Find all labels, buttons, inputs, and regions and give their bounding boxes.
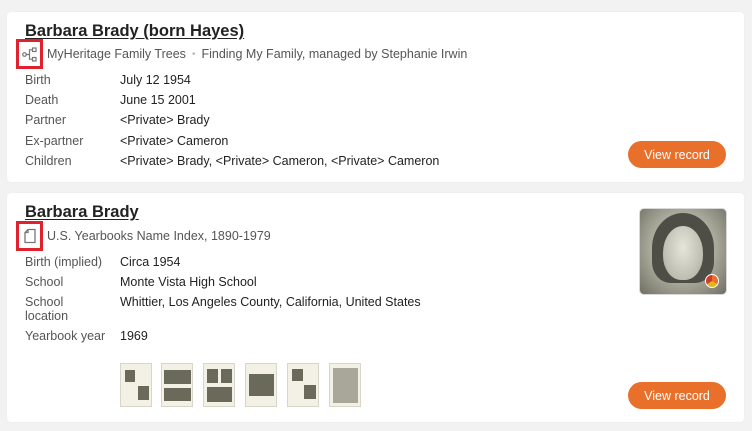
record-source: MyHeritage Family Trees • Finding My Fam… (16, 36, 467, 72)
field-label: School location (25, 295, 69, 323)
field-label: Yearbook year (25, 329, 106, 343)
field-label: Children (25, 154, 72, 168)
document-icon (23, 228, 36, 244)
field-label: Death (25, 93, 59, 107)
field-label: Birth (implied) (25, 255, 103, 269)
field-value: Circa 1954 (120, 255, 181, 269)
field-value: July 12 1954 (120, 73, 191, 87)
source-separator: • (191, 48, 196, 60)
family-tree-icon-highlight (16, 39, 43, 69)
field-label: Birth (25, 73, 51, 87)
source-name: U.S. Yearbooks Name Index, 1890-1979 (47, 229, 271, 243)
yearbook-page-thumbnail[interactable] (203, 363, 235, 407)
field-value: <Private> Cameron (120, 134, 229, 148)
field-value: 1969 (120, 329, 148, 343)
document-icon-highlight (16, 221, 43, 251)
field-value: Whittier, Los Angeles County, California… (120, 295, 421, 309)
yearbook-page-thumbnail[interactable] (161, 363, 193, 407)
field-value: June 15 2001 (120, 93, 196, 107)
yearbook-photo[interactable] (639, 208, 727, 295)
field-value: <Private> Brady (120, 113, 210, 127)
view-record-button[interactable]: View record (628, 382, 726, 409)
field-label: Partner (25, 113, 66, 127)
field-value: <Private> Brady, <Private> Cameron, <Pri… (120, 154, 440, 168)
photo-face (663, 226, 703, 280)
yearbook-page-thumbnail[interactable] (120, 363, 152, 407)
yearbook-page-thumbnail[interactable] (287, 363, 319, 407)
yearbook-page-thumbnail[interactable] (329, 363, 361, 407)
field-label: Ex-partner (25, 134, 84, 148)
source-detail: Finding My Family, managed by Stephanie … (201, 47, 468, 61)
field-label: School (25, 275, 64, 289)
field-value: Monte Vista High School (120, 275, 257, 289)
record-card-family-tree: Barbara Brady (born Hayes) MyHeritage Fa… (7, 12, 744, 182)
view-record-button[interactable]: View record (628, 141, 726, 168)
record-card-yearbook: Barbara Brady U.S. Yearbooks Name Index,… (7, 193, 744, 422)
family-tree-icon (22, 46, 37, 62)
record-source: U.S. Yearbooks Name Index, 1890-1979 (16, 218, 271, 254)
yearbook-page-thumbnail[interactable] (245, 363, 277, 407)
source-name: MyHeritage Family Trees (47, 47, 186, 61)
photo-badge-icon (705, 274, 719, 288)
